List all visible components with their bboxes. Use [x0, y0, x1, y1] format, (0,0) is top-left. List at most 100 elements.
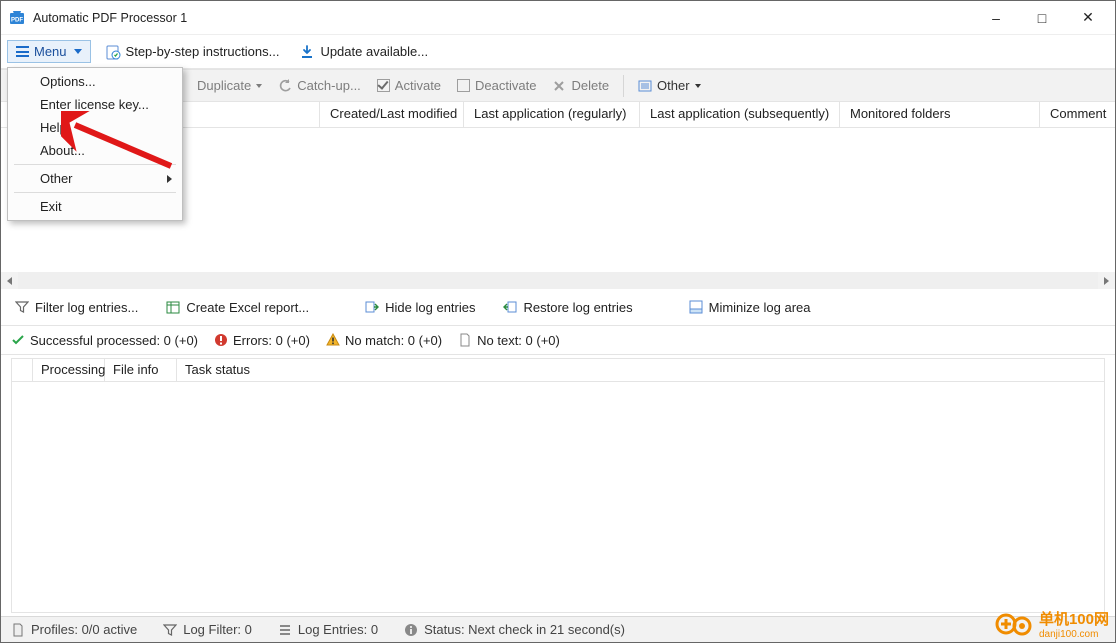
update-available-button[interactable]: Update available...	[293, 40, 434, 64]
checkbox-checked-icon	[377, 79, 390, 92]
filter-log-button[interactable]: Filter log entries...	[9, 297, 144, 318]
other-label: Other	[657, 78, 690, 93]
download-icon	[299, 44, 315, 60]
step-instructions-label: Step-by-step instructions...	[126, 44, 280, 59]
status-status: Status: Next check in 21 second(s)	[404, 622, 625, 637]
document-icon	[458, 333, 472, 347]
deactivate-label: Deactivate	[475, 78, 536, 93]
menubar: Menu Step-by-step instructions... Update…	[1, 35, 1115, 69]
close-button[interactable]: ✕	[1065, 2, 1111, 34]
warning-icon	[326, 333, 340, 347]
menu-item-help[interactable]: Help	[8, 116, 182, 139]
hamburger-icon	[16, 46, 29, 57]
document-icon	[11, 623, 25, 637]
catchup-button[interactable]: Catch-up...	[272, 75, 367, 96]
menu-item-other[interactable]: Other	[8, 167, 182, 190]
menu-item-options[interactable]: Options...	[8, 70, 182, 93]
log-grid-body	[11, 382, 1105, 613]
minimize-button[interactable]: –	[973, 2, 1019, 34]
chevron-right-icon	[167, 175, 172, 183]
list-icon	[638, 79, 652, 93]
other-dropdown-button[interactable]: Other	[632, 75, 707, 96]
stats-bar: Successful processed: 0 (+0) Errors: 0 (…	[1, 326, 1115, 355]
minimize-area-icon	[689, 300, 703, 314]
delete-icon	[552, 79, 566, 93]
col-last-reg[interactable]: Last application (regularly)	[464, 102, 640, 127]
row-header-spacer	[12, 359, 33, 381]
horizontal-scrollbar[interactable]	[1, 272, 1115, 289]
update-label: Update available...	[320, 44, 428, 59]
log-grid-header: Processing File info Task status	[11, 358, 1105, 382]
col-created[interactable]: Created/Last modified	[320, 102, 464, 127]
activate-button[interactable]: Activate	[371, 75, 447, 96]
watermark-text: 单机100网 danji100.com	[1039, 608, 1109, 640]
checkbox-icon	[457, 79, 470, 92]
stat-success: Successful processed: 0 (+0)	[11, 333, 198, 348]
status-logfilter: Log Filter: 0	[163, 622, 252, 637]
menu-item-license[interactable]: Enter license key...	[8, 93, 182, 116]
hide-log-button[interactable]: Hide log entries	[359, 297, 481, 318]
filter-log-label: Filter log entries...	[35, 300, 138, 315]
maximize-button[interactable]: □	[1019, 2, 1065, 34]
separator	[14, 192, 176, 193]
col-processing[interactable]: Processing	[33, 359, 105, 381]
menu-item-exit[interactable]: Exit	[8, 195, 182, 218]
restore-log-button[interactable]: Restore log entries	[497, 297, 638, 318]
status-status-text: Status: Next check in 21 second(s)	[424, 622, 625, 637]
deactivate-button[interactable]: Deactivate	[451, 75, 542, 96]
stat-notext: No text: 0 (+0)	[458, 333, 560, 348]
status-profiles: Profiles: 0/0 active	[11, 622, 137, 637]
scroll-left-button[interactable]	[1, 272, 18, 289]
checkmark-icon	[11, 333, 25, 347]
restore-icon	[503, 300, 517, 314]
window-title: Automatic PDF Processor 1	[33, 11, 973, 25]
excel-icon	[166, 300, 180, 314]
catchup-label: Catch-up...	[297, 78, 361, 93]
stat-errors-text: Errors: 0 (+0)	[233, 333, 310, 348]
scroll-track[interactable]	[18, 272, 1098, 289]
col-monitored[interactable]: Monitored folders	[840, 102, 1040, 127]
col-taskstatus[interactable]: Task status	[177, 359, 1104, 381]
triangle-left-icon	[7, 277, 12, 285]
excel-report-button[interactable]: Create Excel report...	[160, 297, 315, 318]
stat-nomatch: No match: 0 (+0)	[326, 333, 442, 348]
menu-button[interactable]: Menu	[7, 40, 91, 63]
duplicate-label: Duplicate	[197, 78, 251, 93]
log-toolbar: Filter log entries... Create Excel repor…	[1, 289, 1115, 326]
stat-nomatch-text: No match: 0 (+0)	[345, 333, 442, 348]
col-fileinfo[interactable]: File info	[105, 359, 177, 381]
menu-label: Menu	[34, 44, 67, 59]
status-profiles-text: Profiles: 0/0 active	[31, 622, 137, 637]
app-icon: PDF	[9, 10, 25, 26]
activate-label: Activate	[395, 78, 441, 93]
steps-icon	[105, 44, 121, 60]
list-icon	[278, 623, 292, 637]
separator	[14, 164, 176, 165]
undo-icon	[278, 79, 292, 93]
status-logfilter-text: Log Filter: 0	[183, 622, 252, 637]
stat-notext-text: No text: 0 (+0)	[477, 333, 560, 348]
window-buttons: – □ ✕	[973, 2, 1111, 34]
watermark: 单机100网 danji100.com	[995, 608, 1109, 640]
caret-down-icon	[74, 49, 82, 54]
col-comment[interactable]: Comment	[1040, 102, 1115, 127]
scroll-right-button[interactable]	[1098, 272, 1115, 289]
minimize-log-label: Miminize log area	[709, 300, 811, 315]
watermark-icon	[995, 611, 1033, 637]
duplicate-button[interactable]: Duplicate	[191, 75, 268, 96]
separator	[623, 75, 624, 97]
delete-button[interactable]: Delete	[546, 75, 615, 96]
stat-errors: Errors: 0 (+0)	[214, 333, 310, 348]
hide-log-label: Hide log entries	[385, 300, 475, 315]
caret-down-icon	[695, 84, 701, 88]
delete-label: Delete	[571, 78, 609, 93]
svg-text:PDF: PDF	[11, 17, 23, 23]
minimize-log-button[interactable]: Miminize log area	[683, 297, 817, 318]
filter-icon	[15, 300, 29, 314]
col-last-sub[interactable]: Last application (subsequently)	[640, 102, 840, 127]
menu-item-about[interactable]: About...	[8, 139, 182, 162]
restore-log-label: Restore log entries	[523, 300, 632, 315]
titlebar: PDF Automatic PDF Processor 1 – □ ✕	[1, 1, 1115, 35]
step-instructions-button[interactable]: Step-by-step instructions...	[99, 40, 286, 64]
menu-dropdown: Options... Enter license key... Help Abo…	[7, 67, 183, 221]
